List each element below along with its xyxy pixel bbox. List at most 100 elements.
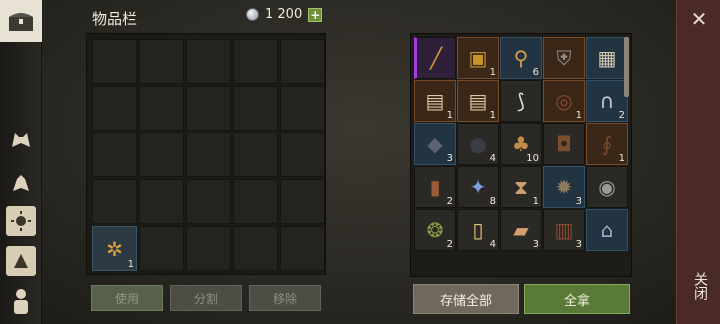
add-currency-button[interactable]: +: [308, 7, 323, 22]
inventory-slot[interactable]: ⛨: [543, 37, 585, 79]
inventory-slot[interactable]: ◘: [543, 123, 585, 165]
inventory-slot[interactable]: ∮ 1: [586, 123, 628, 165]
store-all-button[interactable]: 存储全部: [413, 284, 519, 314]
inventory-slot[interactable]: ▣ 1: [457, 37, 499, 79]
storage-slot[interactable]: [92, 132, 137, 177]
storage-slot[interactable]: [280, 86, 325, 131]
book-icon: ▣: [468, 46, 488, 70]
hourglass-icon: ⧗: [513, 175, 529, 199]
inventory-slot[interactable]: ⌂: [586, 209, 628, 251]
storage-slot[interactable]: [186, 39, 231, 84]
storage-slot[interactable]: [92, 39, 137, 84]
item-count: 10: [526, 153, 539, 164]
inventory-slot[interactable]: ⧗ 1: [500, 166, 542, 208]
item-count: 1: [489, 110, 496, 121]
boots-icon: ⌂: [600, 218, 614, 242]
character-icon[interactable]: [6, 286, 36, 316]
storage-slot[interactable]: [92, 179, 137, 224]
inventory-slot[interactable]: ⟆: [500, 80, 542, 122]
item-count: 8: [489, 196, 496, 207]
inventory-slot[interactable]: ▤ 1: [457, 80, 499, 122]
armor-icon: ⛨: [556, 46, 572, 70]
storage-grid-top: [92, 39, 325, 131]
use-button[interactable]: 使用: [91, 285, 163, 311]
sun-icon[interactable]: [6, 206, 36, 236]
item-count: 1: [575, 110, 582, 121]
inventory-slot[interactable]: ◆ 3: [414, 123, 456, 165]
yarn-icon: ❂: [426, 218, 444, 242]
storage-grid-bottom: ✲ 1: [92, 132, 325, 271]
inventory-slot[interactable]: ◉: [586, 166, 628, 208]
inventory-panel: ╱ ▣ 1 ⚲ 6 ⛨ ▦ ▤ 1 ▤ 1 ⟆ ◎ 1 ∩ 2 ◆ 3 ● 4 ♣ 10 ◘ ∮ 1 ▮ 2 ✦ 8 ⧗ 1 ✹ 3 ◉ ❂ 2 ▯ 4 ▰…: [410, 33, 632, 277]
chest-icon[interactable]: [0, 0, 42, 42]
storage-slot[interactable]: [280, 39, 325, 84]
silver-coin-icon: [246, 8, 259, 21]
inventory-slot[interactable]: ▤ 1: [414, 80, 456, 122]
inventory-slot[interactable]: ▯ 4: [457, 209, 499, 251]
storage-slot[interactable]: [233, 179, 278, 224]
inventory-slot[interactable]: ▰ 3: [500, 209, 542, 251]
close-icon[interactable]: ✕: [688, 8, 710, 30]
broom-icon: ⚲: [513, 46, 529, 70]
item-count: 1: [127, 259, 134, 270]
coal-icon: ●: [469, 132, 487, 156]
storage-slot[interactable]: [186, 179, 231, 224]
storage-panel: ✲ 1: [86, 33, 326, 275]
remove-button[interactable]: 移除: [249, 285, 321, 311]
storage-slot[interactable]: [233, 39, 278, 84]
crystal-icon: ✦: [469, 175, 487, 199]
split-button[interactable]: 分割: [170, 285, 242, 311]
cloth-icon: ▰: [513, 218, 529, 242]
inventory-slot[interactable]: ╱: [414, 37, 456, 79]
storage-slot[interactable]: ✲ 1: [92, 226, 137, 271]
storage-slot[interactable]: [139, 39, 184, 84]
dog-icon[interactable]: [6, 168, 36, 198]
currency-amount: 1 200: [265, 7, 303, 22]
storage-slot[interactable]: [139, 132, 184, 177]
inventory-slot[interactable]: ✦ 8: [457, 166, 499, 208]
storage-slot[interactable]: [186, 226, 231, 271]
storage-slot[interactable]: [92, 86, 137, 131]
storage-slot[interactable]: [233, 86, 278, 131]
storage-slot[interactable]: [280, 179, 325, 224]
item-count: 3: [575, 239, 582, 250]
spear-icon: ╱: [429, 46, 443, 70]
blueprint-icon: ▦: [597, 46, 617, 70]
close-label[interactable]: 关闭: [690, 272, 710, 300]
saber-icon: ⟆: [517, 89, 525, 113]
inventory-scrollbar[interactable]: [624, 37, 629, 97]
inventory-slot[interactable]: ♣ 10: [500, 123, 542, 165]
storage-slot[interactable]: [280, 132, 325, 177]
item-count: 3: [575, 196, 582, 207]
take-all-button[interactable]: 全拿: [524, 284, 630, 314]
storage-slot[interactable]: [233, 226, 278, 271]
item-count: 1: [446, 110, 453, 121]
inventory-slot[interactable]: ❂ 2: [414, 209, 456, 251]
storage-slot[interactable]: [186, 132, 231, 177]
storage-slot[interactable]: [280, 226, 325, 271]
inventory-slot[interactable]: ∩ 2: [586, 80, 628, 122]
seeds-icon: ✲: [106, 236, 123, 261]
scroll-map-icon: ▤: [425, 89, 445, 113]
storage-slot[interactable]: [186, 86, 231, 131]
inventory-slot[interactable]: ✹ 3: [543, 166, 585, 208]
inventory-slot[interactable]: ● 4: [457, 123, 499, 165]
storage-slot[interactable]: [233, 132, 278, 177]
storage-slot[interactable]: [139, 179, 184, 224]
item-count: 1: [618, 153, 625, 164]
map-icon[interactable]: [6, 246, 36, 276]
item-count: 2: [446, 239, 453, 250]
currency-display: 1 200 +: [246, 7, 323, 22]
inventory-slot[interactable]: ◎ 1: [543, 80, 585, 122]
storage-slot[interactable]: [139, 86, 184, 131]
inventory-title: 物品栏: [92, 10, 138, 28]
wolf-icon[interactable]: [6, 124, 36, 154]
item-count: 1: [489, 67, 496, 78]
storage-slot[interactable]: [139, 226, 184, 271]
inventory-slot[interactable]: ⚲ 6: [500, 37, 542, 79]
inventory-slot[interactable]: ▮ 2: [414, 166, 456, 208]
inventory-slot[interactable]: ▦: [586, 37, 628, 79]
item-count: 3: [532, 239, 539, 250]
item-count: 1: [532, 196, 539, 207]
inventory-slot[interactable]: ▥ 3: [543, 209, 585, 251]
